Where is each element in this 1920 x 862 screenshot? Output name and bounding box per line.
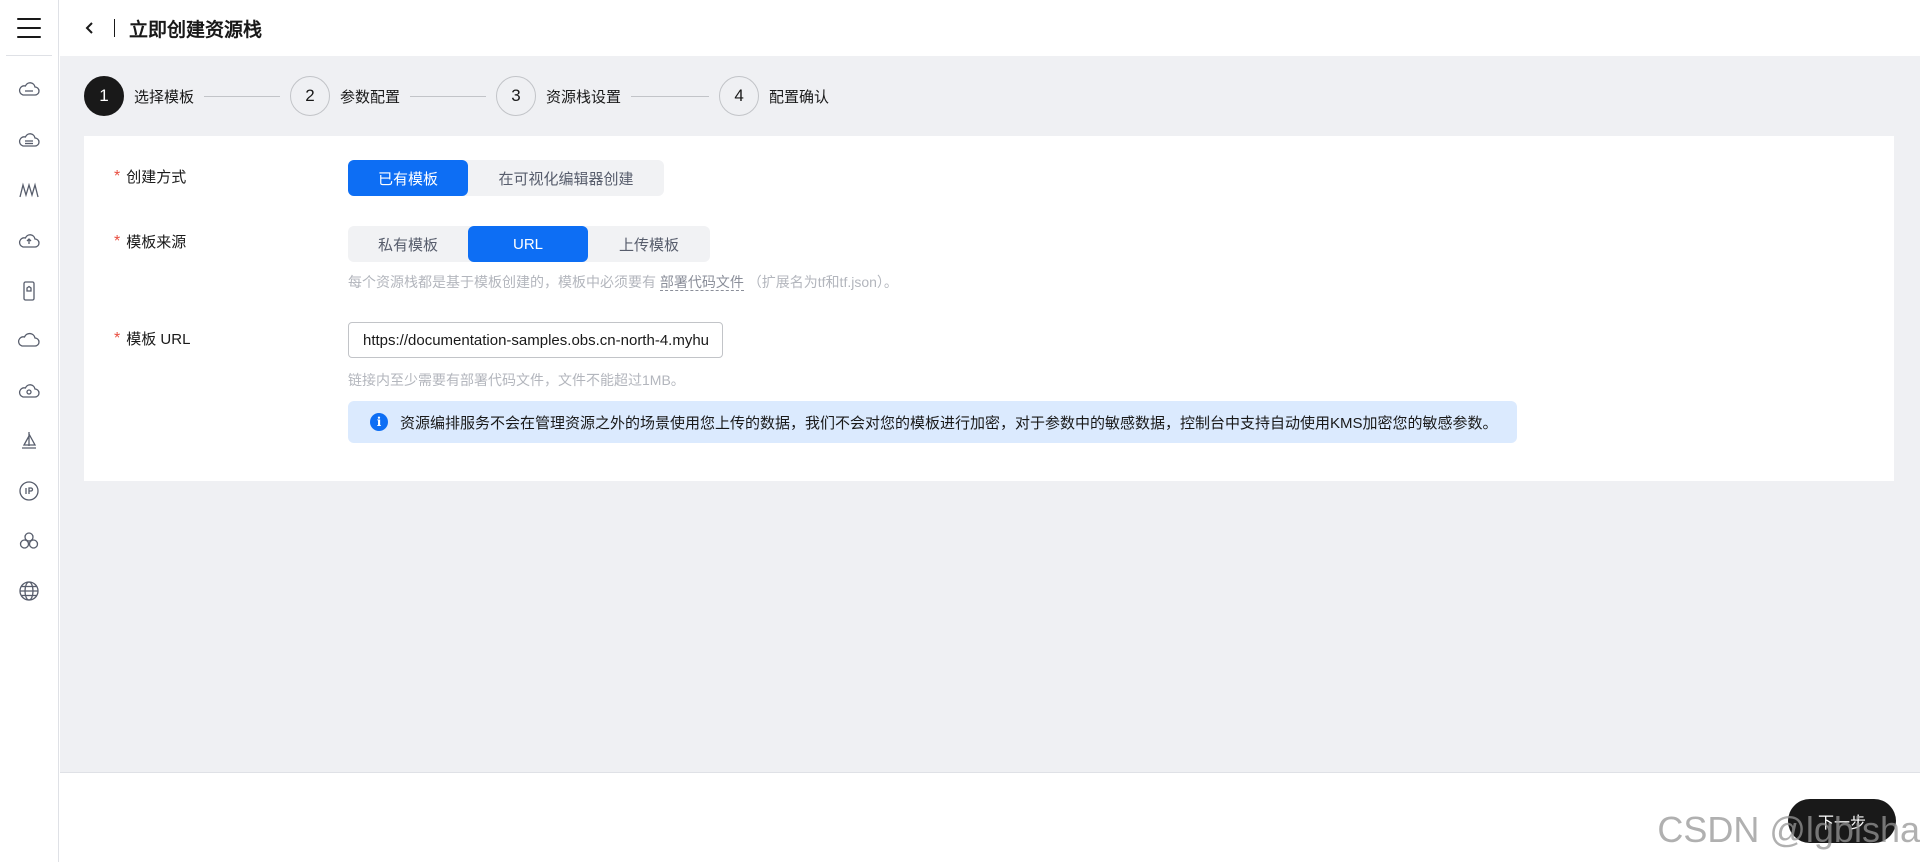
upload-template-button[interactable]: 上传模板 [588,226,710,262]
cloud-icon[interactable] [15,327,43,355]
monitor-wave-icon[interactable] [15,177,43,205]
left-rail [0,0,59,862]
template-source-toggle: 私有模板 URL 上传模板 [348,226,710,262]
step-indicator: 1 选择模板 2 参数配置 3 资源栈设置 4 配置确认 [84,76,829,116]
globe-icon[interactable] [15,577,43,605]
step-select-template: 1 选择模板 [84,76,194,116]
cloud-sync-icon[interactable] [15,377,43,405]
step-number: 2 [290,76,331,116]
step-label: 参数配置 [340,88,401,106]
notice-text: 资源编排服务不会在管理资源之外的场景使用您上传的数据，我们不会对您的模板进行加密… [400,414,1498,432]
required-mark: * [114,232,121,250]
footer-bar: 下一步 CSDN @lgbisha [60,772,1920,862]
required-mark: * [114,167,121,185]
rail-header [6,0,52,56]
existing-template-button[interactable]: 已有模板 [348,160,468,196]
required-mark: * [114,329,121,347]
cloud-upload-icon[interactable] [15,227,43,255]
menu-icon[interactable] [17,17,41,38]
template-url-label: * 模板 URL [114,329,191,349]
cloud-database-icon[interactable] [15,127,43,155]
template-source-label: * 模板来源 [114,232,187,252]
chevron-left-icon [85,22,93,34]
step-number: 4 [719,76,760,116]
cloud-server-icon[interactable] [15,77,43,105]
ip-icon[interactable] [15,477,43,505]
step-parameter-config: 2 参数配置 [290,76,400,116]
private-template-button[interactable]: 私有模板 [348,226,468,262]
url-button[interactable]: URL [468,226,588,262]
page-header: 立即创建资源栈 [60,0,1920,56]
step-connector [410,95,487,97]
template-url-input[interactable] [348,322,723,358]
step-number: 1 [84,76,124,116]
next-step-button[interactable]: 下一步 [1788,799,1896,843]
main-content: 1 选择模板 2 参数配置 3 资源栈设置 4 配置确认 * 创建方式 已有模板… [60,56,1920,772]
back-button[interactable] [78,16,102,40]
cluster-icon[interactable] [15,527,43,555]
step-label: 选择模板 [134,88,195,106]
step-stack-settings: 3 资源栈设置 [496,76,621,116]
page-title: 立即创建资源栈 [129,19,263,41]
mobile-device-icon[interactable] [15,277,43,305]
step-label: 配置确认 [769,88,830,106]
visual-editor-button[interactable]: 在可视化编辑器创建 [468,160,664,196]
step-number: 3 [496,76,537,116]
creation-method-label: * 创建方式 [114,167,187,187]
info-icon: i [370,413,388,431]
rail-nav [0,56,58,616]
template-url-hint: 链接内至少需要有部署代码文件，文件不能超过1MB。 [348,372,685,388]
step-confirm: 4 配置确认 [719,76,829,116]
form-card: * 创建方式 已有模板 在可视化编辑器创建 * 模板来源 私有模板 URL 上传… [84,136,1894,481]
header-divider [114,19,115,37]
deploy-code-file-link[interactable]: 部署代码文件 [659,274,744,291]
data-security-notice: i 资源编排服务不会在管理资源之外的场景使用您上传的数据，我们不会对您的模板进行… [348,401,1517,443]
step-connector [204,95,281,97]
step-label: 资源栈设置 [546,88,622,106]
sailboat-icon[interactable] [15,427,43,455]
template-source-hint: 每个资源栈都是基于模板创建的，模板中必须要有 部署代码文件 （扩展名为tf和tf… [348,274,898,291]
creation-method-toggle: 已有模板 在可视化编辑器创建 [348,160,664,196]
step-connector [631,95,710,97]
